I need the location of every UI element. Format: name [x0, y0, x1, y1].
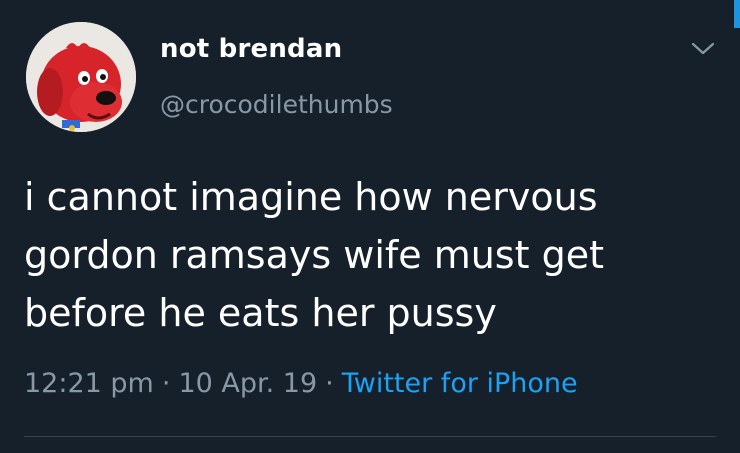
tweet-text: i cannot imagine how nervous gordon rams… [24, 168, 724, 342]
scroll-indicator [734, 0, 740, 28]
separator: · [161, 368, 171, 399]
user-handle[interactable]: @crocodilethumbs [160, 90, 393, 119]
avatar[interactable] [26, 22, 136, 132]
tweet-text-line: before he eats her pussy [24, 291, 497, 335]
separator: · [325, 368, 334, 399]
tweet-source-link[interactable]: Twitter for iPhone [342, 368, 578, 399]
tweet-metadata: 12:21 pm · 10 Apr. 19 · Twitter for iPhone [24, 368, 578, 399]
tweet-text-line: gordon ramsays wife must get [24, 233, 604, 277]
tweet-text-line: i cannot imagine how nervous [24, 175, 598, 219]
divider [24, 436, 716, 437]
display-name[interactable]: not brendan [160, 34, 342, 64]
chevron-down-icon[interactable] [690, 40, 716, 58]
tweet-time[interactable]: 12:21 pm [24, 368, 154, 399]
tweet-date[interactable]: 10 Apr. 19 [178, 368, 317, 399]
clifford-dog-avatar-icon [26, 22, 136, 132]
tweet-card: not brendan @crocodilethumbs i cannot im… [0, 0, 740, 453]
